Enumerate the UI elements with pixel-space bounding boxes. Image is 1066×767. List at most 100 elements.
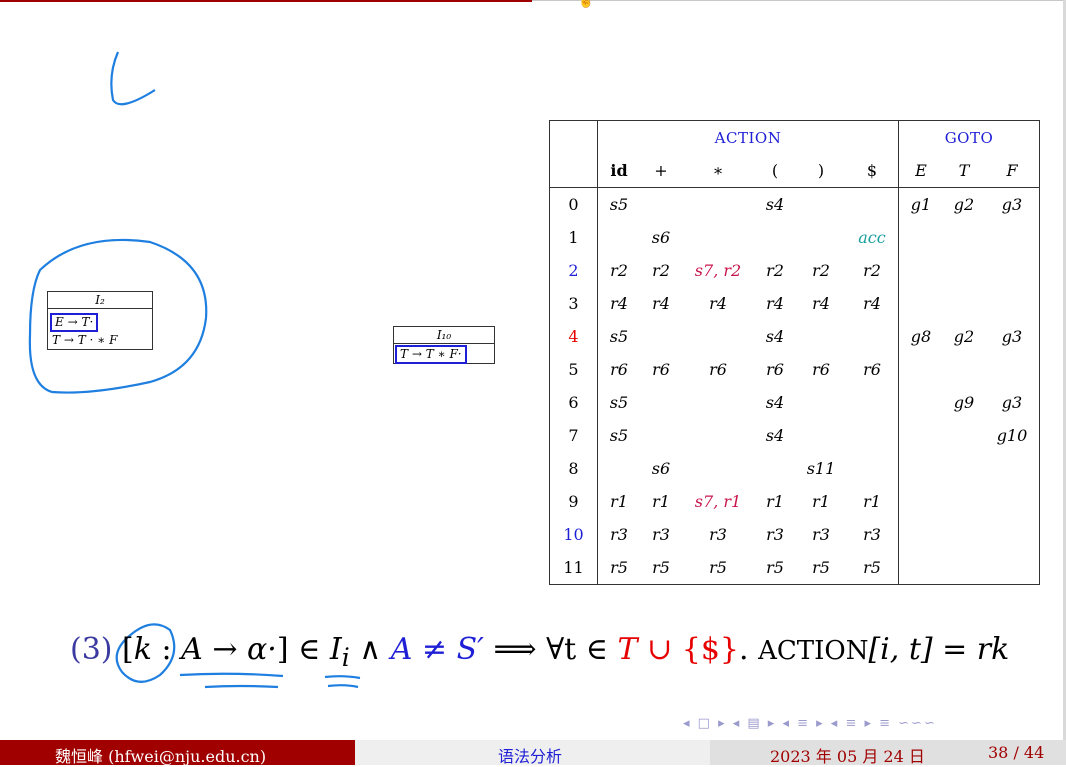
- table-cell: [899, 419, 944, 452]
- table-cell: [640, 386, 682, 419]
- state-cell: 11: [549, 551, 598, 585]
- col-header: id: [610, 161, 628, 180]
- table-cell: [899, 287, 944, 320]
- table-cell: [640, 320, 682, 353]
- table-cell: s5: [609, 393, 629, 412]
- table-row: 8 s6 s11: [549, 452, 1040, 485]
- parsing-table: ACTION GOTO id + ∗ ( ) $ E T F 0 s5 s4 g1 g2…: [549, 120, 1040, 585]
- table-cell: r1: [846, 485, 899, 518]
- table-cell: [943, 254, 985, 287]
- table-cell: r5: [597, 551, 640, 585]
- table-cell: acc: [846, 221, 899, 254]
- table-cell: [682, 221, 754, 254]
- state-cell: 3: [549, 287, 598, 320]
- table-cell: r6: [709, 360, 727, 379]
- table-cell: g9: [953, 393, 975, 412]
- table-cell: [985, 452, 1040, 485]
- table-cell: [682, 452, 754, 485]
- table-cell: [754, 221, 796, 254]
- table-cell: [846, 386, 899, 419]
- table-cell: r5: [682, 551, 754, 585]
- table-cell: g2: [943, 187, 985, 221]
- ink-underline-item-2: [204, 684, 279, 689]
- table-cell: [943, 419, 985, 452]
- table-cell: [898, 551, 943, 585]
- state-cell: 10: [549, 518, 598, 551]
- table-cell: [985, 287, 1040, 320]
- col-header: $: [846, 154, 899, 188]
- item: T → T · ∗ F: [52, 333, 118, 347]
- item-highlighted: T → T ∗ F·: [395, 345, 467, 364]
- table-cell: r2: [812, 261, 830, 280]
- ink-underline-Ii-1: [324, 675, 361, 680]
- table-cell: s4: [765, 327, 785, 346]
- footer-title: 语法分析: [498, 747, 563, 766]
- table-cell: r6: [812, 360, 830, 379]
- table-row: 3 r4 r4 r4 r4 r4 r4: [549, 287, 1040, 320]
- col-header: (: [771, 161, 779, 180]
- table-cell: [846, 419, 899, 452]
- table-cell: [943, 221, 985, 254]
- corner-cell: [549, 120, 598, 154]
- item-set-I10: I₁₀ T → T ∗ F·: [393, 326, 495, 364]
- table-cell: r5: [640, 551, 682, 585]
- table-cell: s6: [651, 228, 671, 247]
- table-cell: r3: [709, 525, 727, 544]
- state-cell: 2: [549, 254, 598, 287]
- table-cell: g2: [953, 327, 975, 346]
- table-cell: r4: [652, 294, 670, 313]
- table-cell: r6: [610, 360, 628, 379]
- table-cell: [682, 320, 754, 353]
- table-cell: r6: [766, 360, 784, 379]
- table-cell: [899, 221, 944, 254]
- table-cell: r5: [796, 551, 846, 585]
- table-cell: r6: [652, 360, 670, 379]
- state-cell: 4: [549, 320, 598, 353]
- footer-page-number: 38 / 44: [988, 743, 1045, 762]
- table-row: 2 r2 r2 s7, r2 r2 r2 r2: [549, 254, 1040, 287]
- table-cell: [985, 551, 1040, 585]
- table-cell: r3: [652, 525, 670, 544]
- goto-header: GOTO: [898, 120, 1040, 154]
- beamer-navigation-icons[interactable]: ◂ □ ▸ ◂ ▤ ▸ ◂ ≡ ▸ ◂ ≡ ▸ ≡ ∽∽∽: [683, 716, 937, 731]
- table-cell: s7, r2: [694, 261, 742, 280]
- table-cell: [943, 452, 985, 485]
- table-cell: [682, 386, 754, 419]
- state-cell: 9: [549, 485, 598, 518]
- table-cell: [796, 419, 846, 452]
- item-set-I2: I₂ E → T· T → T · ∗ F: [47, 291, 153, 350]
- table-cell: [899, 254, 944, 287]
- footer-author: 魏恒峰 (hfwei@nju.edu.cn): [55, 747, 267, 766]
- table-cell: [682, 419, 754, 452]
- table-cell: r1: [812, 492, 830, 511]
- ink-stroke-check: [110, 51, 156, 106]
- state-cell: 7: [549, 419, 598, 452]
- table-row: 11 r5 r5 r5 r5 r5 r5: [549, 551, 1040, 585]
- table-cell: [796, 320, 846, 353]
- ink-underline-Ii-2: [327, 684, 359, 689]
- table-cell: [846, 320, 899, 353]
- table-cell: s6: [651, 459, 671, 478]
- col-header: F: [985, 154, 1040, 188]
- table-cell: [943, 485, 985, 518]
- table-cell: g10: [985, 419, 1040, 452]
- table-row: 0 s5 s4 g1 g2 g3: [549, 187, 1040, 221]
- footer: 魏恒峰 (hfwei@nju.edu.cn) 语法分析 2023 年 05 月 …: [0, 740, 1066, 766]
- action-header: ACTION: [597, 120, 899, 154]
- table-cell: [943, 551, 985, 585]
- table-cell: r4: [709, 294, 727, 313]
- col-header: +: [654, 161, 668, 180]
- table-cell: [985, 353, 1040, 386]
- table-cell: g1: [898, 187, 943, 221]
- table-cell: r3: [846, 518, 899, 551]
- col-header: E: [915, 161, 927, 180]
- rule-number: (3): [70, 632, 113, 667]
- table-cell: s11: [806, 459, 836, 478]
- table-cell: r1: [610, 492, 628, 511]
- table-cell: [899, 452, 944, 485]
- table-cell: [899, 485, 944, 518]
- table-cell: r4: [610, 294, 628, 313]
- table-cell: [754, 452, 796, 485]
- table-cell: [899, 386, 944, 419]
- table-row: 4 s5 s4 g8 g2 g3: [549, 320, 1040, 353]
